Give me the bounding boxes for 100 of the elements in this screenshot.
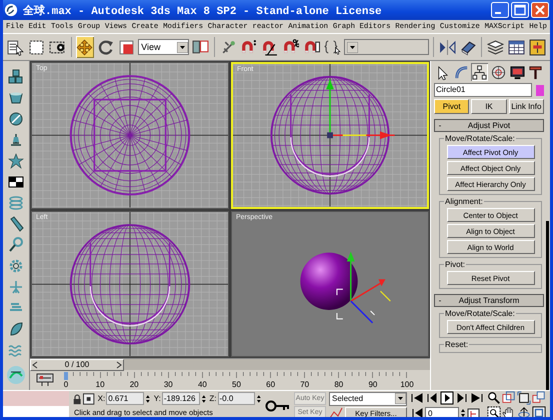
frame-number: 30	[164, 380, 173, 389]
transform-gizmo	[326, 80, 395, 140]
percent-snap-icon	[282, 38, 300, 56]
panel-tab[interactable]: IK	[471, 99, 507, 114]
pivot-center-icon	[192, 38, 209, 56]
dropdown-arrow-icon	[395, 393, 406, 404]
move-arrows-button[interactable]	[76, 36, 94, 58]
key-mode-dropdown[interactable]: Selected	[329, 392, 407, 406]
window-title: 全球.max - Autodesk 3ds Max 8 SP2 - Stand-alone License	[23, 4, 383, 18]
zoom-all-icon[interactable]	[502, 391, 516, 405]
frame-number: 50	[232, 380, 241, 389]
group-label: Reset:	[444, 340, 470, 349]
go-to-end-icon[interactable]	[470, 391, 484, 405]
scale-icon	[118, 38, 136, 56]
frame-number: 0	[64, 380, 68, 389]
absolute-mode-icon[interactable]	[83, 392, 95, 404]
ball-icon[interactable]	[8, 111, 24, 127]
tangent-icon[interactable]	[329, 407, 343, 417]
manipulate-icon	[220, 38, 237, 56]
lamp-icon[interactable]	[8, 132, 24, 148]
bent-rod-icon	[454, 64, 468, 80]
scroll-bar[interactable]	[546, 221, 549, 390]
group-label: Alignment:	[444, 197, 484, 206]
select-by-name-icon	[6, 38, 24, 56]
spinner-arrows-icon[interactable]	[256, 392, 262, 404]
cup-icon[interactable]	[8, 90, 24, 106]
rotate-icon	[97, 38, 114, 56]
minimize-button[interactable]	[491, 2, 509, 18]
next-frame-icon[interactable]	[455, 391, 469, 405]
angle-snap-icon	[261, 38, 278, 56]
spinner-arrows-icon[interactable]	[200, 392, 206, 404]
rectangle-selection-icon	[28, 38, 45, 56]
checker-icon[interactable]	[8, 174, 24, 190]
zoom-icon[interactable]	[487, 391, 501, 405]
coordinate-field[interactable]: -189.126	[162, 392, 200, 405]
panel-tab[interactable]: Pivot	[434, 99, 470, 114]
frame-number: 90	[368, 380, 378, 389]
lock-icon[interactable]	[72, 392, 82, 404]
play-icon[interactable]	[440, 391, 454, 405]
listener-icon[interactable]	[5, 364, 27, 386]
key-mode-icon[interactable]	[410, 406, 424, 417]
time-config-icon[interactable]	[467, 406, 480, 417]
panel-tab[interactable]: Link Info	[508, 99, 544, 114]
collapse-toggle[interactable]: -	[435, 296, 445, 305]
rollout-title: Adjust Pivot	[466, 121, 512, 130]
spinner-snap-icon	[303, 38, 320, 56]
zoom-extents-all-icon[interactable]	[532, 391, 546, 405]
coordinate-field[interactable]: 0.671	[106, 392, 144, 405]
table-icon	[508, 38, 526, 56]
group-label: Move/Rotate/Scale:	[444, 309, 516, 318]
region-zoom-icon[interactable]	[487, 406, 501, 417]
window-crossing-icon	[48, 38, 66, 56]
star-icon[interactable]	[8, 153, 24, 169]
zoom-extents-icon[interactable]	[517, 391, 531, 405]
magnet-snap-icon	[240, 38, 258, 56]
orbit-icon[interactable]	[517, 406, 531, 417]
axis-label: X:	[98, 394, 106, 403]
spinner-arrows-icon[interactable]	[145, 392, 151, 404]
frame-number: 60	[266, 380, 276, 389]
wheel-tab[interactable]	[490, 63, 507, 81]
hierarchy-tab[interactable]	[471, 63, 488, 81]
coordinate-field[interactable]: -0.0	[218, 392, 256, 405]
hierarchy-icon	[472, 64, 488, 80]
boxes-icon[interactable]	[8, 69, 24, 85]
key-icon[interactable]	[265, 398, 291, 412]
axis-label: Y:	[154, 394, 161, 403]
rollout-header[interactable]: - Adjust Pivot	[434, 119, 544, 132]
dropdown-arrow-icon	[346, 42, 358, 52]
frame-field[interactable]: 0	[425, 406, 459, 417]
align-icon	[460, 38, 477, 56]
hand-pan-icon[interactable]	[502, 406, 516, 417]
rollout-header[interactable]: - Adjust Transform	[434, 294, 544, 307]
script-listener-input[interactable]	[3, 406, 69, 417]
previous-frame-icon[interactable]	[425, 391, 439, 405]
go-to-start-icon[interactable]	[410, 391, 424, 405]
wheel-icon	[490, 64, 506, 80]
group-label: Pivot:	[444, 260, 466, 269]
mirror-icon	[438, 38, 456, 56]
spinner-arrows-icon[interactable]	[460, 407, 466, 417]
transform-gizmo	[336, 251, 391, 323]
maximize-viewport-icon[interactable]	[532, 406, 546, 417]
monitor-icon	[510, 64, 525, 80]
curve-editor-icon[interactable]	[36, 373, 54, 387]
named-selection-icon	[324, 38, 341, 56]
object-name-field[interactable]: Circle01	[434, 83, 532, 97]
gear-icon[interactable]	[8, 258, 24, 274]
shaded-sphere	[300, 252, 358, 310]
maximize-button[interactable]	[511, 2, 529, 18]
time-slider-thumb[interactable]: 0 / 100	[30, 358, 124, 370]
object-color-swatch[interactable]	[536, 84, 544, 96]
rollout-title: Adjust Transform	[458, 296, 520, 305]
frame-number: 80	[334, 380, 344, 389]
frame-number: 20	[130, 380, 139, 389]
dropdown-arrow-icon	[176, 42, 188, 52]
collapse-toggle[interactable]: -	[435, 121, 445, 130]
leaf-icon[interactable]	[8, 321, 24, 337]
coordinate-dropdown[interactable]: View	[138, 39, 189, 55]
move-arrows-icon	[76, 38, 94, 56]
group-label: Move/Rotate/Scale:	[444, 134, 516, 143]
close-button[interactable]	[531, 2, 549, 18]
